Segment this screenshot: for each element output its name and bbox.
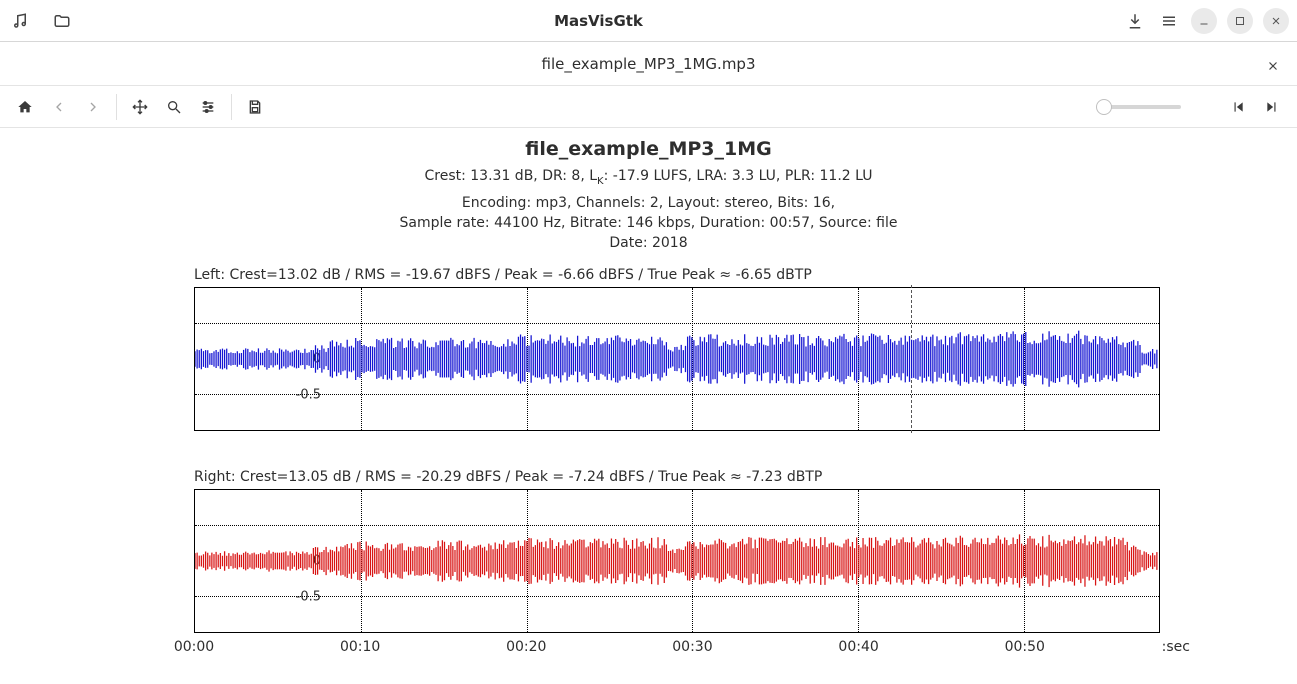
- zoom-slider[interactable]: [1101, 105, 1181, 109]
- headerbar: MasVisGtk: [0, 0, 1297, 42]
- left-channel-label: Left: Crest=13.02 dB / RMS = -19.67 dBFS…: [194, 267, 1297, 283]
- maximize-button[interactable]: [1227, 8, 1253, 34]
- right-channel-label: Right: Crest=13.05 dB / RMS = -20.29 dBF…: [194, 469, 1297, 485]
- plot-title: file_example_MP3_1MG: [0, 138, 1297, 160]
- x-tick-label: 00:10: [340, 639, 380, 655]
- plot-area: file_example_MP3_1MG Crest: 13.31 dB, DR…: [0, 128, 1297, 663]
- plot-info-line-1: Crest: 13.31 dB, DR: 8, LK: -17.9 LUFS, …: [0, 168, 1297, 187]
- back-icon[interactable]: [42, 90, 76, 124]
- x-tick-label: 00:00: [174, 639, 214, 655]
- minimize-button[interactable]: [1191, 8, 1217, 34]
- zoom-icon[interactable]: [157, 90, 191, 124]
- skip-start-icon[interactable]: [1221, 90, 1255, 124]
- skip-end-icon[interactable]: [1255, 90, 1289, 124]
- x-tick-label: 00:30: [672, 639, 712, 655]
- left-waveform[interactable]: [194, 287, 1160, 431]
- home-icon[interactable]: [8, 90, 42, 124]
- plot-info-line-4: Date: 2018: [0, 235, 1297, 251]
- x-tick-label: 00:40: [838, 639, 878, 655]
- tab-bar: file_example_MP3_1MG.mp3: [0, 42, 1297, 86]
- configure-icon[interactable]: [191, 90, 225, 124]
- x-axis-unit: :sec: [1162, 639, 1190, 655]
- app-title: MasVisGtk: [74, 12, 1123, 30]
- plot-toolbar: [0, 86, 1297, 128]
- download-icon[interactable]: [1123, 9, 1147, 33]
- tab-label[interactable]: file_example_MP3_1MG.mp3: [542, 55, 756, 73]
- open-folder-icon[interactable]: [50, 9, 74, 33]
- tab-close-icon[interactable]: [1261, 54, 1285, 78]
- music-icon[interactable]: [8, 9, 32, 33]
- x-tick-label: 00:20: [506, 639, 546, 655]
- close-button[interactable]: [1263, 8, 1289, 34]
- forward-icon[interactable]: [76, 90, 110, 124]
- save-icon[interactable]: [238, 90, 272, 124]
- separator: [231, 94, 232, 120]
- separator: [116, 94, 117, 120]
- x-tick-label: 00:50: [1005, 639, 1045, 655]
- time-axis: 00:00 00:10 00:20 00:30 00:40 00:50 :sec: [194, 633, 1160, 663]
- pan-icon[interactable]: [123, 90, 157, 124]
- plot-info-line-2: Encoding: mp3, Channels: 2, Layout: ster…: [0, 195, 1297, 211]
- hamburger-menu-icon[interactable]: [1157, 9, 1181, 33]
- plot-info-line-3: Sample rate: 44100 Hz, Bitrate: 146 kbps…: [0, 215, 1297, 231]
- right-waveform[interactable]: [194, 489, 1160, 633]
